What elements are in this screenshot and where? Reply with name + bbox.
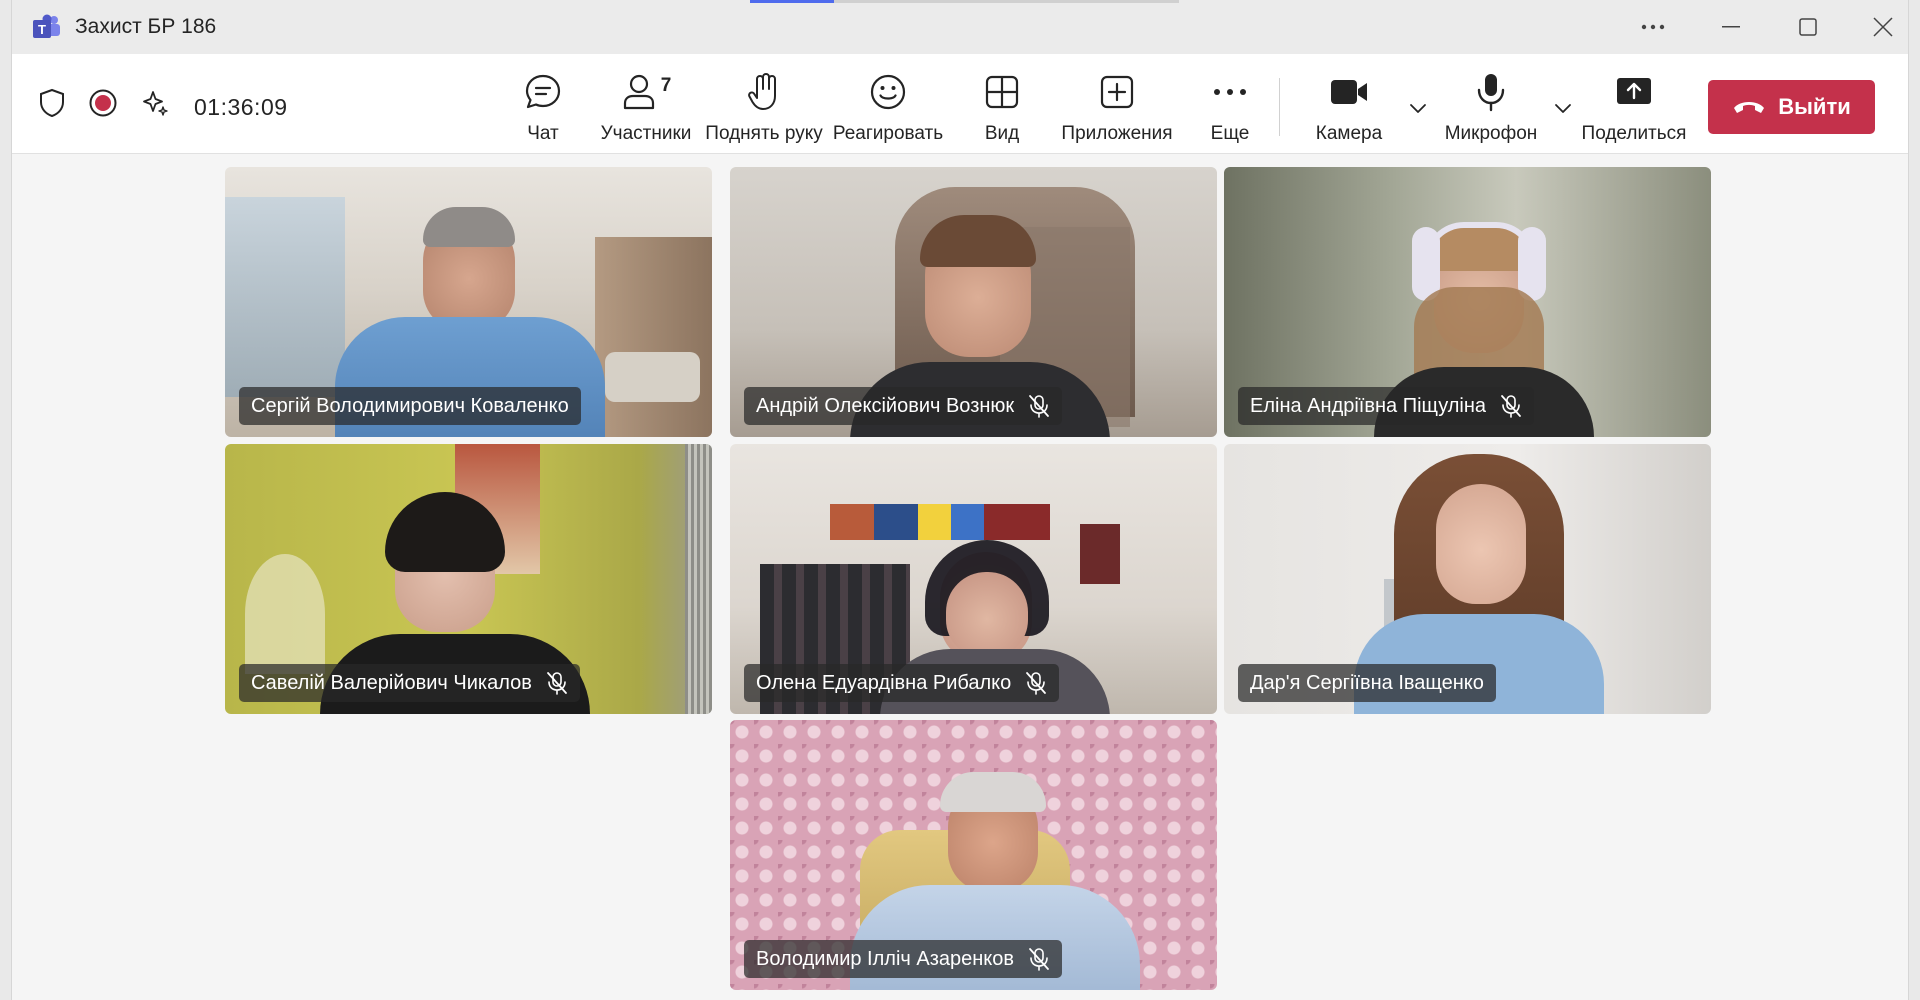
meeting-toolbar: 01:36:09 Чат 7 Участники Поднять руку Ре… [12, 54, 1908, 154]
more-label: Еще [1210, 123, 1250, 144]
share-button[interactable]: Поделиться [1580, 72, 1688, 145]
maximize-icon[interactable] [1780, 8, 1836, 46]
participant-nameplate: Володимир Ілліч Азаренков [744, 940, 1063, 978]
more-options-icon[interactable] [1625, 8, 1681, 46]
view-label: Вид [984, 123, 1020, 144]
participant-nameplate: Андрій Олексійович Вознюк [744, 387, 1063, 425]
sparkle-icon[interactable] [140, 88, 170, 118]
leave-label: Выйти [1778, 94, 1851, 119]
grid-view-icon [985, 75, 1019, 109]
teams-meeting-window: T Захист БР 186 01:36:09 Чат 7 Участники… [11, 0, 1909, 1000]
share-screen-icon [1617, 78, 1651, 104]
participants-count: 7 [660, 75, 672, 96]
mic-off-icon [1029, 948, 1049, 971]
add-app-icon [1100, 75, 1134, 109]
minimize-icon[interactable] [1703, 8, 1759, 46]
participant-name: Дар'я Сергіївна Іващенко [1250, 671, 1484, 694]
participant-name: Володимир Ілліч Азаренков [756, 947, 1015, 970]
microphone-icon [1477, 74, 1505, 112]
shield-icon[interactable] [38, 88, 66, 118]
mic-off-icon [1029, 395, 1050, 418]
more-button[interactable]: Еще [1204, 72, 1256, 145]
participant-name: Олена Едуардівна Рибалко [756, 671, 1012, 694]
tab-indicator-inactive [834, 0, 1179, 3]
participant-tile[interactable]: Андрій Олексійович Вознюк [730, 167, 1217, 437]
microphone-options-chevron-down-icon[interactable] [1551, 96, 1575, 120]
participant-nameplate: Сергій Володимирович Коваленко [239, 387, 581, 425]
ellipsis-icon [1214, 89, 1246, 95]
teams-logo-icon: T [33, 14, 60, 38]
camera-label: Камера [1315, 123, 1383, 144]
raise-hand-label: Поднять руку [705, 123, 823, 144]
close-icon[interactable] [1855, 8, 1911, 46]
camera-options-chevron-down-icon[interactable] [1406, 96, 1430, 120]
participant-name: Савелій Валерійович Чикалов [251, 671, 532, 694]
apps-button[interactable]: Приложения [1053, 72, 1181, 145]
meeting-timer: 01:36:09 [194, 94, 288, 120]
window-title: Захист БР 186 [75, 15, 217, 38]
participant-tile[interactable]: Олена Едуардівна Рибалко [730, 444, 1217, 714]
mic-off-icon [546, 672, 567, 695]
participant-nameplate: Савелій Валерійович Чикалов [239, 664, 580, 702]
participants-button[interactable]: 7 Участники [586, 72, 706, 145]
participants-label: Участники [600, 123, 692, 144]
share-label: Поделиться [1581, 123, 1687, 144]
mic-off-icon [1501, 395, 1521, 418]
participant-tile[interactable]: Дар'я Сергіївна Іващенко [1224, 444, 1711, 714]
mic-off-icon [1026, 672, 1047, 695]
microphone-button[interactable]: Микрофон [1436, 72, 1546, 145]
participant-name: Еліна Андріївна Піщуліна [1250, 394, 1487, 417]
chat-label: Чат [527, 123, 559, 144]
view-button[interactable]: Вид [974, 72, 1030, 145]
title-bar: T Захист БР 186 [12, 0, 1908, 54]
react-label: Реагировать [832, 123, 944, 144]
participant-tile[interactable]: Сергій Володимирович Коваленко [225, 167, 712, 437]
recording-icon[interactable] [88, 88, 118, 118]
participant-nameplate: Олена Едуардівна Рибалко [744, 664, 1060, 702]
smiley-icon [870, 74, 906, 110]
people-icon [623, 74, 654, 110]
participant-name: Сергій Володимирович Коваленко [251, 394, 569, 417]
participant-tile[interactable]: Еліна Андріївна Піщуліна [1224, 167, 1711, 437]
meeting-status-icons [38, 88, 170, 118]
leave-button[interactable]: Выйти [1708, 80, 1875, 134]
participant-tile[interactable]: Володимир Ілліч Азаренков [730, 720, 1217, 990]
svg-text:T: T [38, 22, 46, 37]
video-camera-icon [1331, 80, 1367, 104]
participant-nameplate: Дар'я Сергіївна Іващенко [1238, 664, 1496, 702]
toolbar-divider [1279, 78, 1280, 136]
camera-button[interactable]: Камера [1309, 72, 1389, 145]
participant-nameplate: Еліна Андріївна Піщуліна [1238, 387, 1535, 425]
chat-icon [525, 74, 561, 109]
microphone-label: Микрофон [1444, 123, 1538, 144]
hand-icon [748, 73, 776, 110]
react-button[interactable]: Реагировать [827, 72, 949, 145]
participant-tile[interactable]: Савелій Валерійович Чикалов [225, 444, 712, 714]
participant-name: Андрій Олексійович Вознюк [756, 394, 1015, 417]
raise-hand-button[interactable]: Поднять руку [702, 72, 826, 145]
chat-button[interactable]: Чат [509, 72, 577, 145]
tab-indicator [750, 0, 834, 3]
hang-up-icon [1734, 102, 1765, 113]
apps-label: Приложения [1061, 123, 1173, 144]
